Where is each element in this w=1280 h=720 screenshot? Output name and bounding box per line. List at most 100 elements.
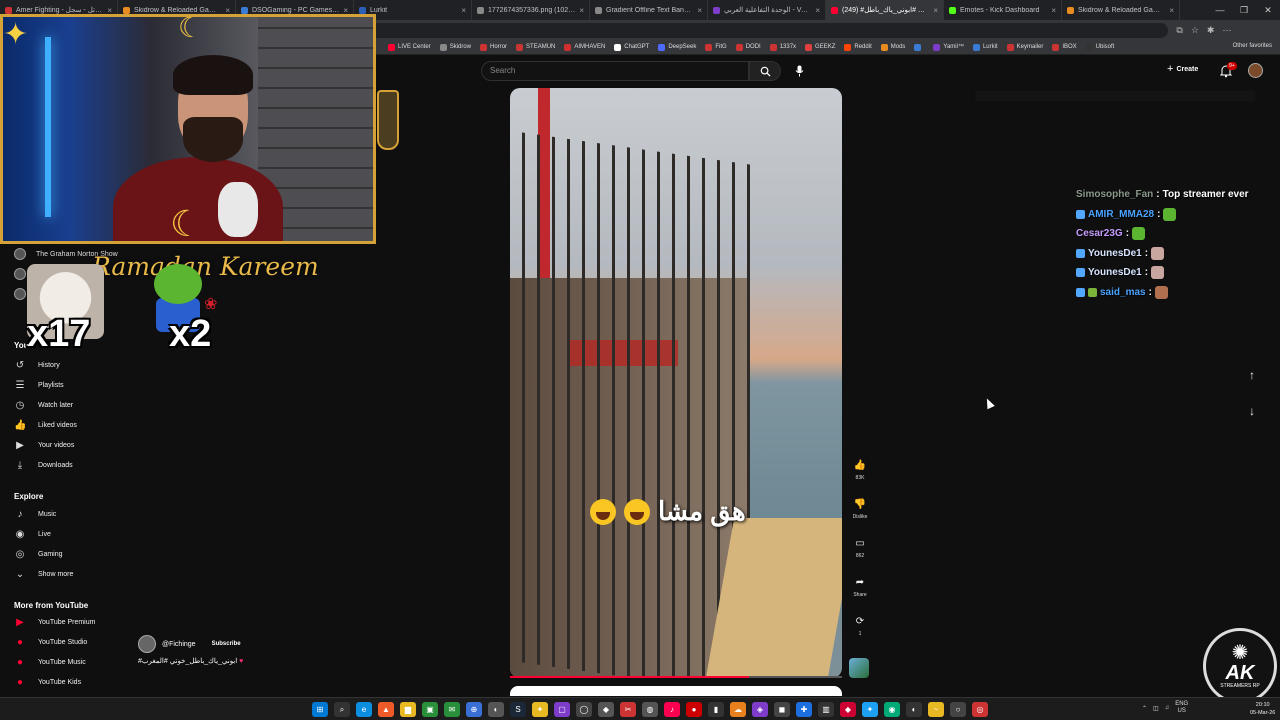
screenshot-icon[interactable]: ⧉ bbox=[1176, 25, 1182, 36]
sidebar-item-music[interactable]: ♪ Music bbox=[14, 506, 124, 522]
voice-search-button[interactable] bbox=[790, 62, 808, 80]
sidebar-item-your-videos[interactable]: ▶ Your videos bbox=[14, 437, 124, 453]
favorite-star-icon[interactable]: ☆ bbox=[1191, 25, 1199, 36]
taskbar-app-icon[interactable]: ⌕ bbox=[334, 702, 350, 717]
bookmark-item[interactable]: Horror bbox=[480, 43, 507, 51]
sidebar-item-youtube-studio[interactable]: ● YouTube Studio bbox=[14, 634, 124, 650]
bookmark-item[interactable]: 1337x bbox=[769, 43, 796, 51]
audio-channel-thumbnail[interactable] bbox=[849, 658, 869, 678]
taskbar-app-icon[interactable]: ▮ bbox=[708, 702, 724, 717]
comments-button[interactable]: ▭ 862 bbox=[849, 538, 871, 559]
taskbar-app-icon[interactable]: ◐ bbox=[906, 702, 922, 717]
short-video-player[interactable] bbox=[510, 88, 842, 678]
browser-tab[interactable]: (249) #المغرب #ابوني_ياك_باطل × bbox=[826, 0, 944, 20]
taskbar-app-icon[interactable]: ◍ bbox=[642, 702, 658, 717]
tab-close-icon[interactable]: × bbox=[1169, 6, 1174, 15]
next-short-card[interactable] bbox=[510, 686, 842, 696]
taskbar-app-icon[interactable]: e bbox=[356, 702, 372, 717]
tab-close-icon[interactable]: × bbox=[933, 6, 938, 15]
sidebar-item-show-more[interactable]: ⌄ Show more bbox=[14, 566, 124, 582]
chat-username[interactable]: YounesDe1 bbox=[1088, 267, 1142, 278]
taskbar-app-icon[interactable]: S bbox=[510, 702, 526, 717]
sidebar-item-playlists[interactable]: ☰ Playlists bbox=[14, 377, 124, 393]
taskbar-app-icon[interactable]: ▆ bbox=[400, 702, 416, 717]
taskbar-app-icon[interactable]: ☁ bbox=[730, 702, 746, 717]
account-avatar[interactable] bbox=[1248, 63, 1263, 78]
bookmark-item[interactable]: Reddit bbox=[844, 43, 872, 51]
network-icon[interactable]: ◫ bbox=[1153, 705, 1159, 712]
search-input[interactable]: Search bbox=[481, 61, 749, 81]
browser-tab[interactable]: الوحدة التفاعلية العربي - Vanilla محرر × bbox=[708, 0, 826, 20]
browser-tab[interactable]: 1772674357336.png (1027×413) × bbox=[472, 0, 590, 20]
create-button[interactable]: + Create bbox=[1167, 63, 1198, 75]
browser-tab[interactable]: Gradient Offline Text Banner × bbox=[590, 0, 708, 20]
volume-icon[interactable]: ♫ bbox=[1165, 705, 1170, 711]
next-short-button[interactable]: ↓ bbox=[1244, 404, 1260, 418]
bookmark-item[interactable]: Mods bbox=[880, 43, 905, 51]
close-window-button[interactable]: ✕ bbox=[1256, 0, 1280, 20]
channel-avatar[interactable] bbox=[138, 635, 156, 653]
bookmark-item[interactable]: AIMHAVEN bbox=[564, 43, 605, 51]
taskbar-app-icon[interactable]: ♪ bbox=[664, 702, 680, 717]
bookmark-item[interactable]: Lurkit bbox=[972, 43, 998, 51]
taskbar-app-icon[interactable]: ✉ bbox=[444, 702, 460, 717]
other-favorites-folder[interactable]: Other favorites bbox=[1233, 43, 1272, 49]
extensions-icon[interactable]: ✱ bbox=[1207, 25, 1215, 36]
tray-overflow-icon[interactable]: ⌃ bbox=[1142, 705, 1147, 712]
taskbar-app-icon[interactable]: ○ bbox=[950, 702, 966, 717]
chat-username[interactable]: Cesar23G bbox=[1076, 228, 1123, 239]
taskbar-app-icon[interactable]: ◆ bbox=[598, 702, 614, 717]
bookmark-item[interactable]: Skidrow bbox=[439, 43, 471, 51]
menu-dots-icon[interactable]: ⋯ bbox=[1222, 25, 1231, 36]
chat-username[interactable]: AMIR_MMA28 bbox=[1088, 209, 1154, 220]
taskbar-app-icon[interactable]: ● bbox=[686, 702, 702, 717]
taskbar-app-icon[interactable]: ▢ bbox=[554, 702, 570, 717]
video-progress-bar[interactable] bbox=[510, 676, 842, 678]
sidebar-item-liked-videos[interactable]: 👍 Liked videos bbox=[14, 417, 124, 433]
chat-username[interactable]: Simosophe_Fan bbox=[1076, 189, 1153, 200]
tab-close-icon[interactable]: × bbox=[461, 6, 466, 15]
language-indicator[interactable]: ENG US bbox=[1175, 701, 1188, 715]
bookmark-item[interactable]: ChatGPT bbox=[614, 43, 649, 51]
sidebar-item-watch-later[interactable]: ◷ Watch later bbox=[14, 397, 124, 413]
taskbar-app-icon[interactable]: ◯ bbox=[576, 702, 592, 717]
sidebar-item-live[interactable]: ◉ Live bbox=[14, 526, 124, 542]
bookmark-item[interactable]: Ubisoft bbox=[1085, 43, 1114, 51]
bookmark-item[interactable]: Yamil™ bbox=[933, 43, 964, 51]
taskbar-app-icon[interactable]: ◉ bbox=[884, 702, 900, 717]
like-button[interactable]: 👍 83K bbox=[849, 460, 871, 481]
share-button[interactable]: ➦ Share bbox=[849, 577, 871, 598]
subscribe-button[interactable]: Subscribe bbox=[212, 641, 241, 647]
bookmark-item[interactable]: DeepSeek bbox=[658, 43, 696, 51]
bookmark-item[interactable]: LIVE Center bbox=[388, 43, 431, 51]
taskbar-app-icon[interactable]: ▲ bbox=[378, 702, 394, 717]
chat-username[interactable]: said_mas bbox=[1100, 287, 1146, 298]
taskbar-app-icon[interactable]: ◎ bbox=[972, 702, 988, 717]
taskbar-app-icon[interactable]: ▣ bbox=[422, 702, 438, 717]
browser-tab[interactable]: Skidrow & Reloaded Games - Do× bbox=[1062, 0, 1180, 20]
taskbar-app-icon[interactable]: ◈ bbox=[752, 702, 768, 717]
bookmark-item[interactable]: Keymailer bbox=[1006, 43, 1043, 51]
sidebar-item-youtube-kids[interactable]: ● YouTube Kids bbox=[14, 674, 124, 690]
channel-name[interactable]: @Fichinge bbox=[162, 641, 196, 648]
taskbar-app-icon[interactable]: ✚ bbox=[796, 702, 812, 717]
sidebar-item-history[interactable]: ↺ History bbox=[14, 357, 124, 373]
bookmark-item[interactable]: DODI bbox=[735, 43, 761, 51]
tab-close-icon[interactable]: × bbox=[579, 6, 584, 15]
tab-close-icon[interactable]: × bbox=[815, 6, 820, 15]
minimize-button[interactable]: — bbox=[1208, 0, 1232, 20]
taskbar-app-icon[interactable]: ✂ bbox=[620, 702, 636, 717]
browser-tab[interactable]: Emotes - Kick Dashboard × bbox=[944, 0, 1062, 20]
maximize-button[interactable]: ❐ bbox=[1232, 0, 1256, 20]
taskbar-app-icon[interactable]: ◐ bbox=[488, 702, 504, 717]
tab-close-icon[interactable]: × bbox=[1051, 6, 1056, 15]
taskbar-app-icon[interactable]: ~ bbox=[928, 702, 944, 717]
sidebar-item-gaming[interactable]: ◎ Gaming bbox=[14, 546, 124, 562]
taskbar-app-icon[interactable]: ✦ bbox=[862, 702, 878, 717]
bookmark-item[interactable]: IBOX bbox=[1052, 43, 1077, 51]
taskbar-app-icon[interactable]: ◆ bbox=[840, 702, 856, 717]
taskbar-app-icon[interactable]: ▥ bbox=[818, 702, 834, 717]
tab-close-icon[interactable]: × bbox=[697, 6, 702, 15]
taskbar-app-icon[interactable]: ⊕ bbox=[466, 702, 482, 717]
previous-short-button[interactable]: ↑ bbox=[1244, 368, 1260, 382]
